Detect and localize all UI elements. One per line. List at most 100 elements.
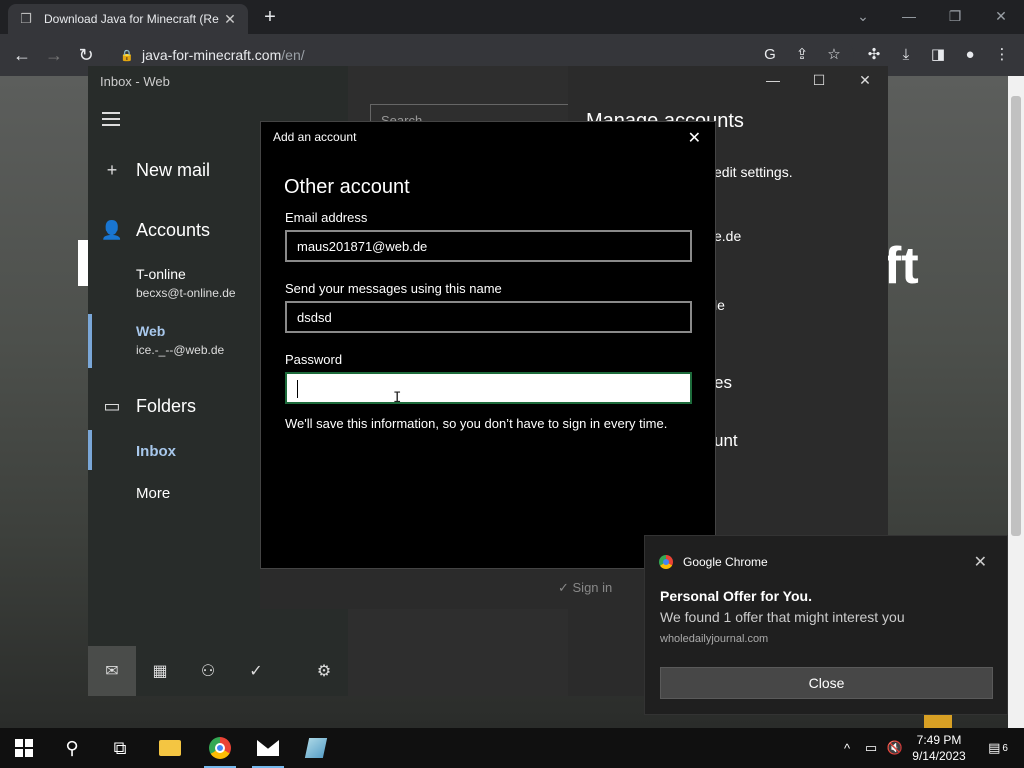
- ibeam-cursor-icon: I: [393, 390, 402, 406]
- password-field[interactable]: [285, 372, 692, 404]
- account-email: becxs@t-online.de: [136, 286, 236, 300]
- lock-icon: 🔒: [120, 49, 134, 62]
- browser-tab-strip: ❒ Download Java for Minecraft (Re ✕ + ⌄ …: [0, 0, 1024, 34]
- volume-muted-icon[interactable]: 🔇: [884, 728, 906, 768]
- window-title: Inbox - Web: [100, 74, 170, 89]
- mail-icon[interactable]: ✉: [88, 646, 136, 696]
- minimize-icon[interactable]: —: [886, 4, 932, 28]
- notification-icon: ▤: [988, 740, 1001, 755]
- dialog-header: Add an account: [273, 130, 357, 144]
- network-icon[interactable]: ▭: [860, 728, 882, 768]
- close-button[interactable]: Close: [660, 667, 993, 699]
- account-item-tonline[interactable]: T-online becxs@t-online.de: [136, 266, 236, 300]
- profile-icon[interactable]: ●: [958, 43, 982, 67]
- side-panel-icon[interactable]: ◨: [926, 43, 950, 67]
- new-tab-button[interactable]: +: [258, 5, 282, 29]
- search-icon[interactable]: ⚲: [48, 728, 96, 768]
- maximize-icon[interactable]: ☐: [796, 72, 842, 94]
- mail-bottom-bar: ✉ ▦ ⚇ ✓ ⚙: [88, 646, 348, 696]
- google-icon[interactable]: G: [758, 43, 782, 67]
- notification-source: wholedailyjournal.com: [660, 633, 769, 645]
- chevron-up-icon[interactable]: ^: [838, 728, 856, 768]
- todo-icon[interactable]: ✓: [232, 646, 280, 696]
- calendar-icon[interactable]: ▦: [136, 646, 184, 696]
- close-icon[interactable]: ✕: [974, 552, 987, 572]
- panel-link[interactable]: unt: [714, 431, 738, 451]
- add-account-dialog: Add an account ✕ Other account Email add…: [260, 121, 716, 569]
- people-icon[interactable]: ⚇: [184, 646, 232, 696]
- extensions-icon[interactable]: ✣: [862, 43, 886, 67]
- chrome-icon: [209, 737, 231, 759]
- sign-in-label: Sign in: [572, 580, 613, 595]
- bookmark-star-icon[interactable]: ☆: [822, 43, 846, 67]
- file-explorer-button[interactable]: [146, 728, 194, 768]
- share-icon[interactable]: ⇪: [790, 43, 814, 67]
- minimize-icon[interactable]: —: [750, 72, 796, 94]
- notification-body: We found 1 offer that might interest you: [660, 609, 905, 625]
- sign-in-button[interactable]: ✓ Sign in: [558, 580, 612, 596]
- close-window-icon[interactable]: ✕: [842, 72, 888, 94]
- folder-icon: ▭: [103, 395, 121, 416]
- windows-icon: [15, 739, 33, 757]
- clock-time: 7:49 PM: [916, 733, 962, 747]
- name-label: Send your messages using this name: [285, 281, 502, 296]
- browser-tab[interactable]: ❒ Download Java for Minecraft (Re ✕: [8, 4, 248, 34]
- mail-taskbar-button[interactable]: [244, 728, 292, 768]
- chrome-icon: [659, 555, 673, 569]
- display-name-field[interactable]: [285, 301, 692, 333]
- mail-icon: [257, 740, 279, 756]
- account-name: Web: [136, 323, 166, 339]
- new-mail-button[interactable]: + New mail: [88, 156, 210, 184]
- back-icon[interactable]: ←: [10, 43, 34, 67]
- account-item-web[interactable]: Web ice.-_--@web.de: [136, 323, 224, 357]
- accounts-label: Accounts: [136, 219, 211, 240]
- mail-titlebar: Inbox - Web — ☐ ✕: [88, 66, 888, 98]
- plus-icon: +: [106, 159, 118, 180]
- close-window-icon[interactable]: ✕: [978, 4, 1024, 28]
- notification-app-name: Google Chrome: [683, 555, 768, 569]
- download-icon[interactable]: ⤓: [894, 43, 918, 67]
- account-email: ice.-_--@web.de: [136, 343, 225, 357]
- menu-icon[interactable]: ⋮: [990, 43, 1014, 67]
- reload-icon[interactable]: ↻: [74, 43, 98, 67]
- close-icon[interactable]: ✕: [222, 11, 238, 28]
- accounts-heading[interactable]: 👤 Accounts: [88, 216, 210, 244]
- task-view-icon[interactable]: ⧉: [96, 728, 144, 768]
- email-label: Email address: [285, 210, 368, 225]
- close-icon[interactable]: ✕: [688, 128, 701, 148]
- panel-text: edit settings.: [714, 164, 793, 180]
- folder-icon: [159, 740, 181, 756]
- account-name: T-online: [136, 266, 186, 282]
- start-button[interactable]: [0, 728, 48, 768]
- url-domain: java-for-minecraft.com: [142, 47, 282, 63]
- clock-date: 9/14/2023: [912, 749, 966, 763]
- email-field[interactable]: [285, 230, 692, 262]
- clock[interactable]: 7:49 PM 9/14/2023: [908, 732, 970, 764]
- panel-link[interactable]: es: [714, 373, 732, 393]
- folder-item-more[interactable]: More: [136, 485, 170, 502]
- page-heading: ft: [884, 237, 919, 295]
- person-icon: 👤: [100, 219, 124, 240]
- restore-icon[interactable]: ❐: [932, 4, 978, 28]
- notification-count: 6: [1002, 742, 1008, 754]
- taskbar: ⚲ ⧉ ^ ▭ 🔇 7:49 PM 9/14/2023 ▤ 6: [0, 728, 1024, 768]
- scrollbar-thumb[interactable]: [1011, 96, 1021, 536]
- forward-icon[interactable]: →: [42, 43, 66, 67]
- new-mail-label: New mail: [136, 159, 211, 180]
- page-heading-fragment: [78, 240, 88, 286]
- chrome-notification: Google Chrome ✕ Personal Offer for You. …: [644, 535, 1008, 715]
- folders-label: Folders: [136, 395, 197, 416]
- chevron-down-icon[interactable]: ⌄: [840, 4, 886, 28]
- notifications-button[interactable]: ▤ 6: [978, 728, 1018, 768]
- app-taskbar-button[interactable]: [292, 728, 340, 768]
- hamburger-icon[interactable]: [102, 112, 120, 130]
- selection-indicator: [88, 314, 92, 368]
- settings-icon[interactable]: ⚙: [300, 646, 348, 696]
- page-decoration: [924, 715, 952, 728]
- url-path: /en/: [281, 47, 305, 63]
- folder-item-inbox[interactable]: Inbox: [136, 443, 176, 460]
- chrome-taskbar-button[interactable]: [196, 728, 244, 768]
- info-note: We'll save this information, so you don’…: [285, 416, 668, 431]
- panel-account-email[interactable]: e.de: [714, 228, 741, 244]
- folders-heading[interactable]: ▭ Folders: [88, 392, 196, 420]
